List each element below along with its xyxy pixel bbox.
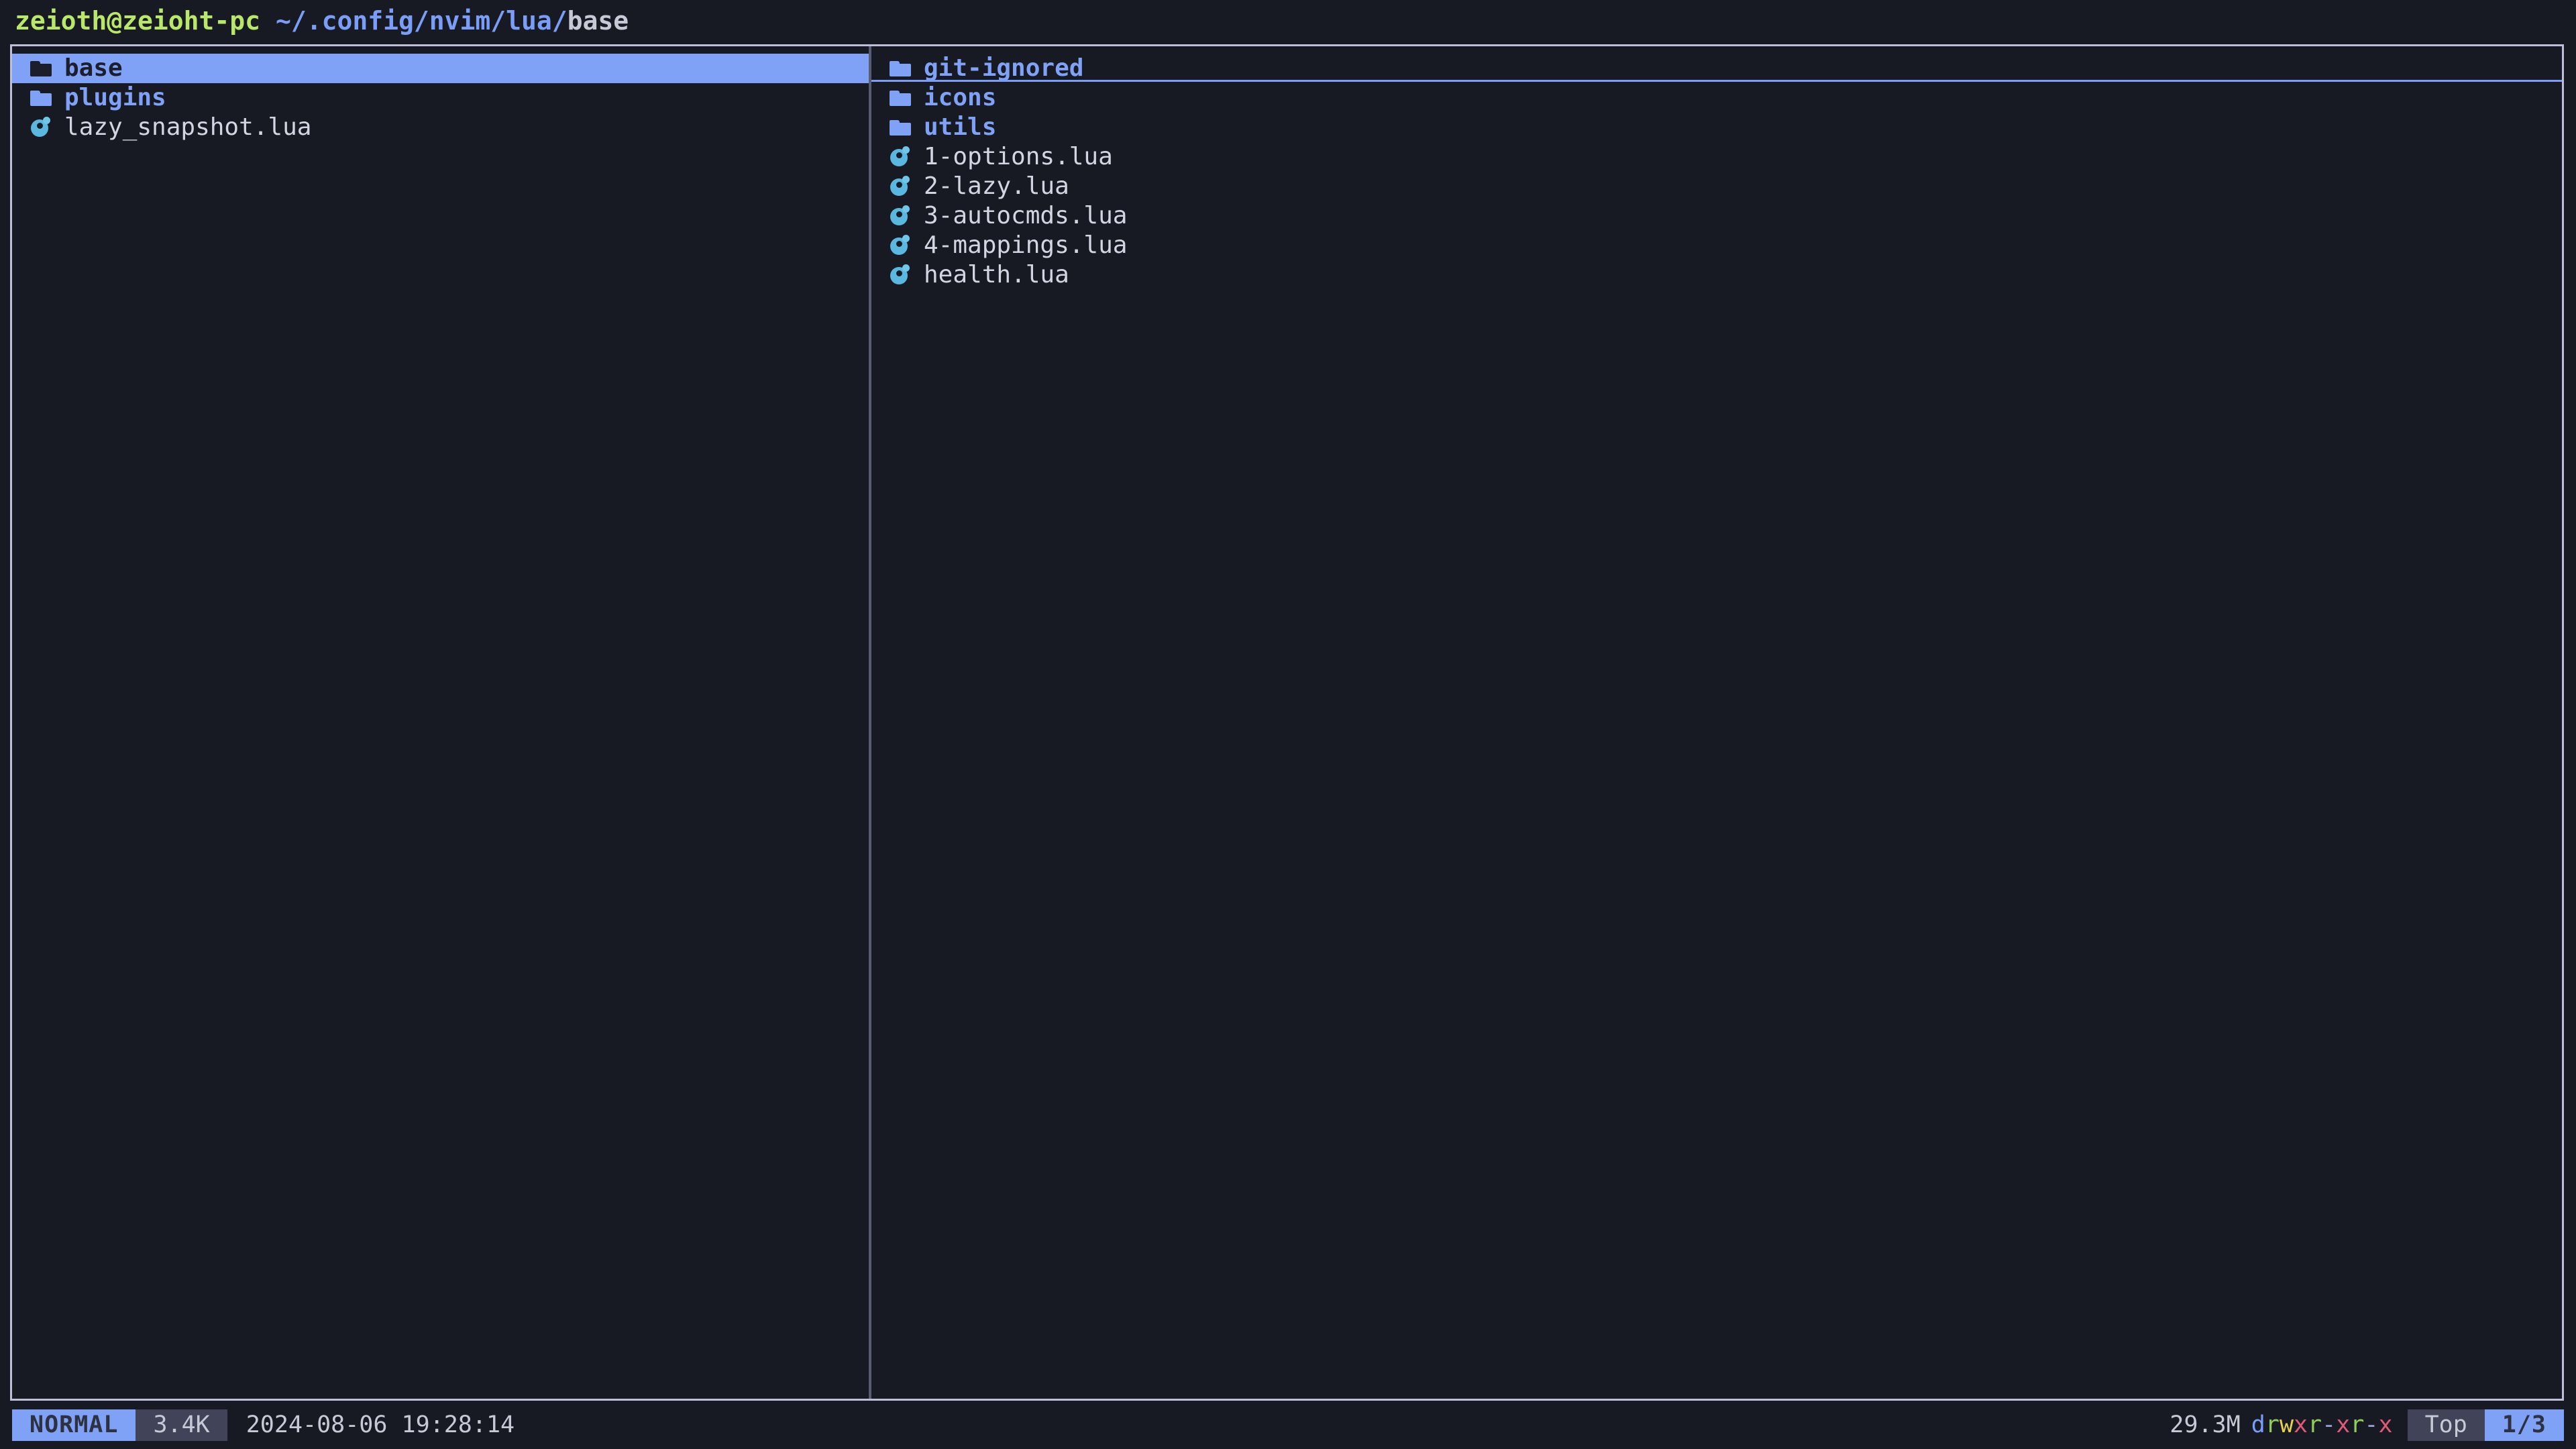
file-manager-window: zeioth@zeioht-pc ~/.config/nvim/lua/ bas… [0,0,2576,1449]
list-item[interactable]: 1-options.lua [871,142,2562,172]
list-item[interactable]: 3-autocmds.lua [871,201,2562,231]
list-item-label: icons [924,84,997,111]
lua-icon [888,262,914,288]
permission-char: x [2336,1411,2351,1438]
list-item[interactable]: health.lua [871,260,2562,290]
list-item[interactable]: 2-lazy.lua [871,172,2562,201]
titlebar-separator [260,6,276,36]
total-size-label: 29.3M [2169,1411,2241,1438]
list-item-label: base [64,54,123,82]
lua-icon [888,232,914,259]
list-item-label: lazy_snapshot.lua [64,113,312,141]
statusbar: NORMAL 3.4K 2024-08-06 19:28:14 29.3M dr… [0,1401,2576,1449]
permission-char: x [2378,1411,2393,1438]
list-item-label: git-ignored [924,54,1084,82]
list-item-label: health.lua [924,261,1069,288]
titlebar-user-host: zeioth@zeioht-pc [15,6,261,36]
pagination-badge: 1/3 [2484,1409,2564,1441]
filesize-badge: 3.4K [136,1409,227,1441]
permission-char: r [2308,1411,2322,1438]
titlebar-current-directory: base [567,6,629,36]
list-item[interactable]: plugins [12,83,869,113]
file-browser-pane: base plugins lazy_snapshot.lua git-ignored… [10,44,2564,1401]
scroll-position-badge: Top [2407,1409,2485,1441]
titlebar-path: ~/.config/nvim/lua/ [275,6,568,36]
permission-char: - [2322,1411,2337,1438]
folder-icon [888,55,914,82]
list-item[interactable]: lazy_snapshot.lua [12,113,869,142]
timestamp-label: 2024-08-06 19:28:14 [246,1411,515,1438]
folder-icon [28,85,55,111]
current-directory-panel[interactable]: git-ignored icons utils 1-options.lua 2-lazy… [871,46,2562,1399]
statusbar-left-group: NORMAL 3.4K 2024-08-06 19:28:14 [12,1409,515,1441]
permission-char: r [2265,1411,2279,1438]
list-item-label: utils [924,113,997,141]
lua-icon [888,203,914,229]
statusbar-right-group: 29.3M drwxr-xr-x Top 1/3 [2169,1409,2564,1441]
list-item-label: 2-lazy.lua [924,172,1069,200]
parent-directory-panel[interactable]: base plugins lazy_snapshot.lua [12,46,869,1399]
permissions-label: drwxr-xr-x [2251,1411,2393,1438]
list-item[interactable]: icons [871,83,2562,113]
list-item-label: 3-autocmds.lua [924,202,1128,229]
permission-char: - [2364,1411,2379,1438]
permission-char: w [2279,1411,2294,1438]
lua-icon [28,114,55,141]
list-item[interactable]: utils [871,113,2562,142]
titlebar: zeioth@zeioht-pc ~/.config/nvim/lua/ bas… [0,0,2576,42]
permission-char: r [2350,1411,2365,1438]
list-item-label: 4-mappings.lua [924,231,1128,259]
list-item[interactable]: git-ignored [871,54,2562,83]
list-item[interactable]: 4-mappings.lua [871,231,2562,260]
lua-icon [888,144,914,170]
folder-icon [888,114,914,141]
permission-char: d [2251,1411,2265,1438]
lua-icon [888,173,914,200]
folder-icon [888,85,914,111]
folder-icon [28,55,55,82]
list-item-label: 1-options.lua [924,143,1113,170]
current-directory-list: git-ignored icons utils 1-options.lua 2-lazy… [871,46,2562,290]
parent-directory-list: base plugins lazy_snapshot.lua [12,46,869,142]
list-item-label: plugins [64,84,166,111]
permission-char: x [2294,1411,2308,1438]
mode-badge: NORMAL [12,1409,136,1441]
list-item[interactable]: base [12,54,869,83]
